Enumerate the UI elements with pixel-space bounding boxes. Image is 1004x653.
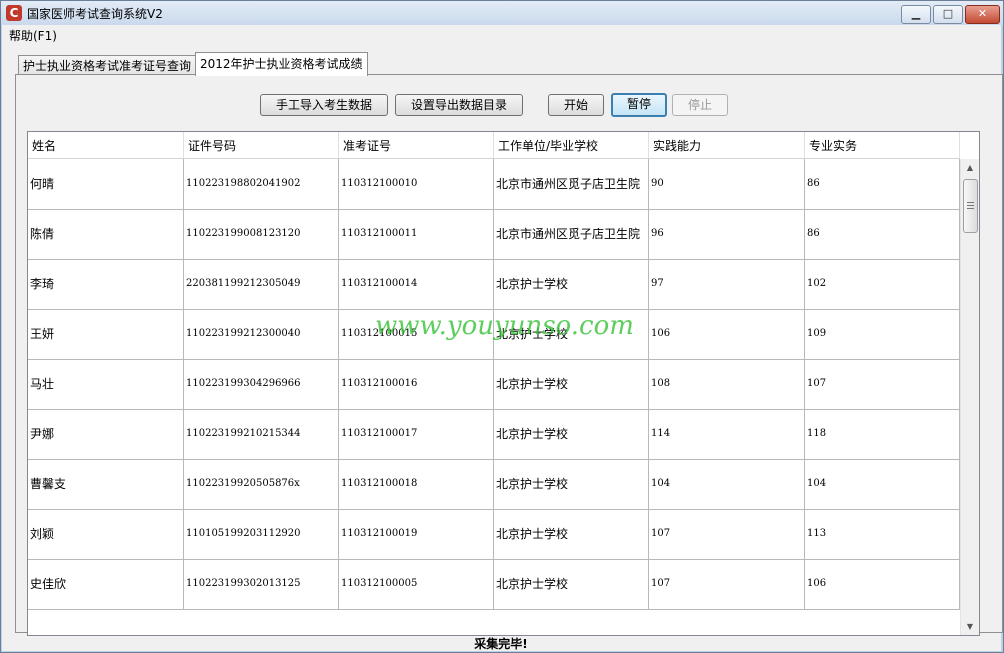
table-row[interactable]: 李琦 220381199212305049 110312100014 北京护士学校 97… (28, 259, 960, 310)
cell-practice-score[interactable]: 107 (649, 509, 805, 559)
grid-header: 姓名 证件号码 准考证号 工作单位/毕业学校 实践能力 专业实务 (28, 132, 960, 159)
import-candidates-button[interactable]: 手工导入考生数据 (260, 94, 388, 116)
cell-name[interactable]: 李琦 (28, 259, 184, 309)
cell-ticket-number[interactable]: 110312100010 (339, 159, 494, 209)
cell-professional-score[interactable]: 106 (805, 559, 960, 609)
cell-name[interactable]: 王妍 (28, 309, 184, 359)
cell-ticket-number[interactable]: 110312100019 (339, 509, 494, 559)
cell-workplace[interactable]: 北京护士学校 (494, 509, 649, 559)
cell-professional-score[interactable]: 104 (805, 459, 960, 509)
cell-ticket-number[interactable]: 110312100015 (339, 309, 494, 359)
column-header-id-number[interactable]: 证件号码 (184, 132, 339, 158)
cell-ticket-number[interactable]: 110312100018 (339, 459, 494, 509)
cell-id-number[interactable]: 110105199203112920 (184, 509, 339, 559)
pause-button[interactable]: 暂停 (611, 93, 667, 117)
app-window: C 国家医师考试查询系统V2 ▁ □ ✕ 帮助(F1) 护士执业资格考试准考证号… (0, 0, 1004, 653)
grip-line (967, 205, 974, 206)
column-header-professional-score[interactable]: 专业实务 (805, 132, 960, 158)
cell-ticket-number[interactable]: 110312100011 (339, 209, 494, 259)
cell-practice-score[interactable]: 97 (649, 259, 805, 309)
stop-button: 停止 (672, 94, 728, 116)
cell-practice-score[interactable]: 96 (649, 209, 805, 259)
minimize-button[interactable]: ▁ (901, 5, 931, 24)
cell-id-number[interactable]: 110223199304296966 (184, 359, 339, 409)
cell-workplace[interactable]: 北京护士学校 (494, 259, 649, 309)
cell-professional-score[interactable]: 107 (805, 359, 960, 409)
table-row[interactable]: 陈倩 110223199008123120 110312100011 北京市通州区觅子… (28, 209, 960, 260)
cell-practice-score[interactable]: 108 (649, 359, 805, 409)
column-header-ticket-number[interactable]: 准考证号 (339, 132, 494, 158)
cell-workplace[interactable]: 北京护士学校 (494, 559, 649, 609)
table-row[interactable]: 史佳欣 110223199302013125 110312100005 北京护士学校 1… (28, 559, 960, 610)
cell-practice-score[interactable]: 104 (649, 459, 805, 509)
table-row[interactable]: 何晴 110223198802041902 110312100010 北京市通州区觅子… (28, 159, 960, 210)
cell-id-number[interactable]: 110223199212300040 (184, 309, 339, 359)
cell-professional-score[interactable]: 113 (805, 509, 960, 559)
cell-name[interactable]: 曹馨支 (28, 459, 184, 509)
cell-id-number[interactable]: 11022319920505876x (184, 459, 339, 509)
close-button[interactable]: ✕ (965, 5, 1000, 24)
start-button[interactable]: 开始 (548, 94, 604, 116)
cell-workplace[interactable]: 北京护士学校 (494, 359, 649, 409)
cell-practice-score[interactable]: 90 (649, 159, 805, 209)
cell-workplace[interactable]: 北京护士学校 (494, 459, 649, 509)
grid-rows: 何晴 110223198802041902 110312100010 北京市通州区觅子… (28, 159, 960, 635)
cell-name[interactable]: 陈倩 (28, 209, 184, 259)
column-header-practice-score[interactable]: 实践能力 (649, 132, 805, 158)
table-row[interactable]: 刘颖 110105199203112920 110312100019 北京护士学校 10… (28, 509, 960, 560)
grip-line (967, 202, 974, 203)
scroll-up-arrow-icon[interactable]: ▲ (961, 159, 979, 176)
cell-ticket-number[interactable]: 110312100005 (339, 559, 494, 609)
status-text: 采集完毕! (474, 637, 528, 651)
cell-id-number[interactable]: 220381199212305049 (184, 259, 339, 309)
tab-admission-ticket-query[interactable]: 护士执业资格考试准考证号查询 (18, 55, 197, 76)
cell-professional-score[interactable]: 86 (805, 159, 960, 209)
cell-id-number[interactable]: 110223199008123120 (184, 209, 339, 259)
window-title: 国家医师考试查询系统V2 (27, 7, 163, 21)
cell-id-number[interactable]: 110223198802041902 (184, 159, 339, 209)
cell-name[interactable]: 史佳欣 (28, 559, 184, 609)
cell-workplace[interactable]: 北京护士学校 (494, 409, 649, 459)
table-row[interactable]: 尹娜 110223199210215344 110312100017 北京护士学校 11… (28, 409, 960, 460)
scroll-thumb[interactable] (963, 179, 978, 233)
title-bar[interactable]: C 国家医师考试查询系统V2 ▁ □ ✕ (1, 1, 1003, 25)
results-grid[interactable]: 姓名 证件号码 准考证号 工作单位/毕业学校 实践能力 专业实务 何晴 11022… (27, 131, 980, 636)
column-header-name[interactable]: 姓名 (28, 132, 184, 158)
cell-professional-score[interactable]: 109 (805, 309, 960, 359)
menu-bar: 帮助(F1) (2, 25, 1001, 43)
cell-professional-score[interactable]: 118 (805, 409, 960, 459)
client-area: 护士执业资格考试准考证号查询 2012年护士执业资格考试成绩 手工导入考生数据 … (2, 43, 1003, 651)
cell-practice-score[interactable]: 114 (649, 409, 805, 459)
cell-ticket-number[interactable]: 110312100016 (339, 359, 494, 409)
maximize-button[interactable]: □ (933, 5, 963, 24)
cell-professional-score[interactable]: 102 (805, 259, 960, 309)
scroll-down-arrow-icon[interactable]: ▼ (961, 618, 979, 635)
menu-help[interactable]: 帮助(F1) (9, 27, 57, 44)
cell-ticket-number[interactable]: 110312100014 (339, 259, 494, 309)
cell-name[interactable]: 刘颖 (28, 509, 184, 559)
vertical-scrollbar[interactable]: ▲ ▼ (960, 159, 979, 635)
cell-practice-score[interactable]: 107 (649, 559, 805, 609)
cell-name[interactable]: 何晴 (28, 159, 184, 209)
cell-name[interactable]: 尹娜 (28, 409, 184, 459)
cell-professional-score[interactable]: 86 (805, 209, 960, 259)
cell-ticket-number[interactable]: 110312100017 (339, 409, 494, 459)
tab-exam-scores[interactable]: 2012年护士执业资格考试成绩 (195, 52, 368, 76)
cell-name[interactable]: 马壮 (28, 359, 184, 409)
table-row[interactable]: 王妍 110223199212300040 110312100015 北京护士学校 10… (28, 309, 960, 360)
cell-practice-score[interactable]: 106 (649, 309, 805, 359)
table-row[interactable]: 马壮 110223199304296966 110312100016 北京护士学校 10… (28, 359, 960, 410)
app-icon[interactable]: C (6, 5, 22, 21)
table-row[interactable]: 曹馨支 11022319920505876x 110312100018 北京护士学校 1… (28, 459, 960, 510)
cell-id-number[interactable]: 110223199210215344 (184, 409, 339, 459)
cell-id-number[interactable]: 110223199302013125 (184, 559, 339, 609)
cell-workplace[interactable]: 北京市通州区觅子店卫生院 (494, 159, 649, 209)
grip-line (967, 208, 974, 209)
set-export-dir-button[interactable]: 设置导出数据目录 (395, 94, 523, 116)
cell-workplace[interactable]: 北京市通州区觅子店卫生院 (494, 209, 649, 259)
cell-workplace[interactable]: 北京护士学校 (494, 309, 649, 359)
column-header-workplace[interactable]: 工作单位/毕业学校 (494, 132, 649, 158)
